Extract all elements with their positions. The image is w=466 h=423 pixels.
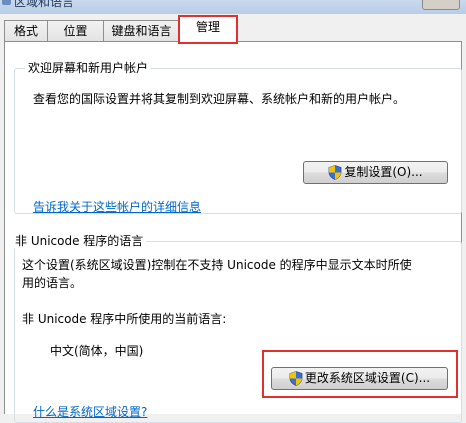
change-system-locale-label: 更改系统区域设置(C)... [304, 371, 431, 385]
current-language-label: 非 Unicode 程序中所使用的当前语言: [22, 312, 227, 326]
current-language-value: 中文(简体，中国) [50, 344, 144, 358]
tab-administrative[interactable]: 管理 [179, 16, 237, 42]
title-bar: 区域和语言 [0, 0, 466, 14]
close-button[interactable] [422, 0, 460, 10]
shield-icon [289, 371, 303, 386]
tab-strip: 格式 位置 键盘和语言 管理 [0, 14, 466, 42]
what-is-system-locale-link[interactable]: 什么是系统区域设置? [33, 403, 147, 420]
tab-location[interactable]: 位置 [47, 20, 104, 41]
tab-keyboard-language[interactable]: 键盘和语言 [103, 20, 180, 41]
account-details-link[interactable]: 告诉我关于这些帐户的详细信息 [33, 198, 201, 215]
copy-settings-label: 复制设置(O)... [344, 165, 423, 179]
welcome-description: 查看您的国际设置并将其复制到欢迎屏幕、系统帐户和新的用户帐户。 [33, 92, 406, 106]
non-unicode-description-line2: 用的语言。 [22, 276, 83, 290]
non-unicode-group-label: 非 Unicode 程序的语言 [12, 234, 147, 248]
tab-format[interactable]: 格式 [4, 20, 48, 41]
welcome-group-label: 欢迎屏幕和新用户帐户 [25, 61, 152, 75]
shield-icon [328, 165, 342, 180]
window-title: 区域和语言 [14, 0, 75, 9]
app-icon [2, 0, 11, 5]
copy-settings-button[interactable]: 复制设置(O)... [303, 161, 448, 184]
non-unicode-description-line1: 这个设置(系统区域设置)控制在不支持 Unicode 的程序中显示文本时所使 [22, 258, 412, 272]
change-system-locale-button[interactable]: 更改系统区域设置(C)... [271, 367, 448, 390]
